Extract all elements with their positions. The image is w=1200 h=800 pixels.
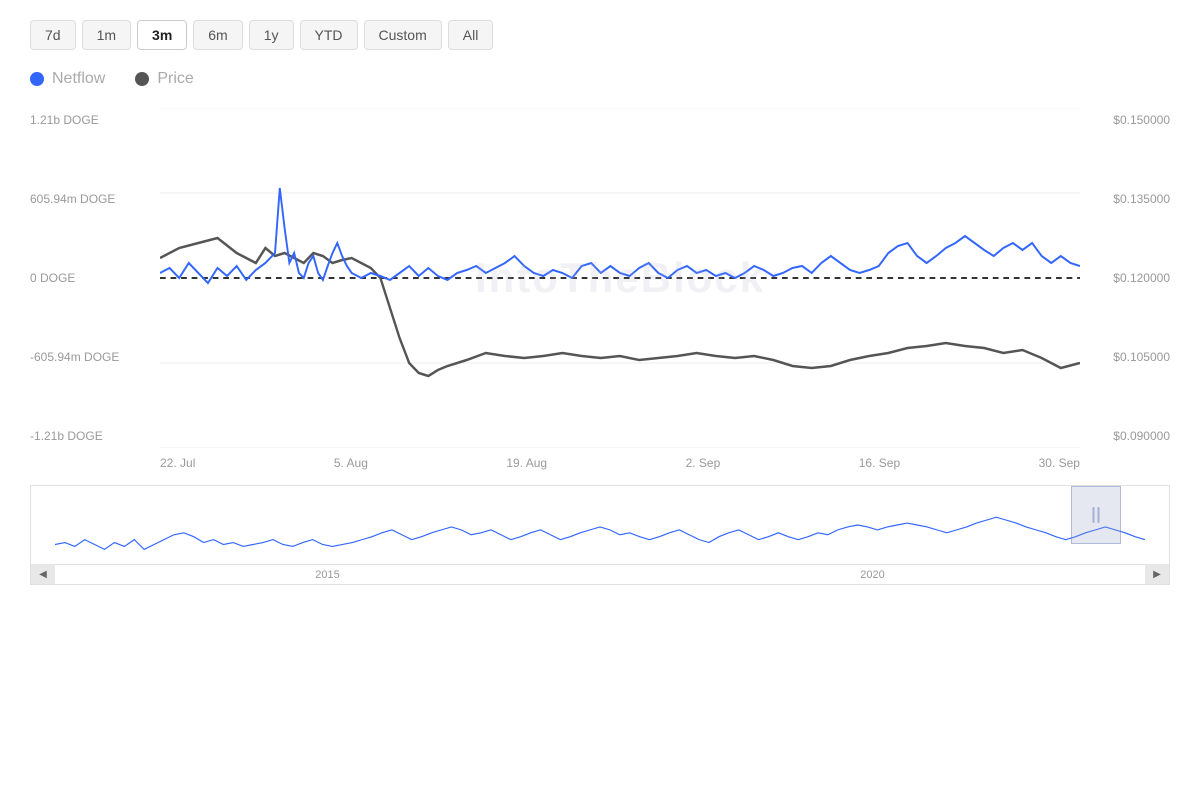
price-dot [135, 72, 149, 86]
x-label-1: 22. Jul [160, 456, 195, 470]
price-line [160, 238, 1080, 376]
x-label-6: 30. Sep [1039, 456, 1080, 470]
x-label-2: 5. Aug [334, 456, 368, 470]
grip-bar-1 [1093, 507, 1095, 523]
netflow-line [160, 188, 1080, 283]
btn-custom[interactable]: Custom [364, 20, 442, 50]
mini-x-axis: 2015 2020 [31, 564, 1169, 584]
price-label: Price [157, 70, 193, 88]
chart-legend: Netflow Price [30, 70, 1170, 88]
y-left-5: -1.21b DOGE [30, 429, 160, 443]
mini-chart-inner [55, 486, 1145, 564]
y-axis-right: $0.150000 $0.135000 $0.120000 $0.105000 … [1080, 108, 1170, 448]
btn-7d[interactable]: 7d [30, 20, 76, 50]
netflow-dot [30, 72, 44, 86]
legend-price: Price [135, 70, 193, 88]
btn-ytd[interactable]: YTD [300, 20, 358, 50]
nav-left-btn[interactable]: ◀ [31, 564, 55, 584]
y-left-4: -605.94m DOGE [30, 350, 160, 364]
y-left-2: 605.94m DOGE [30, 192, 160, 206]
y-right-4: $0.105000 [1113, 350, 1170, 364]
mini-x-label-2020: 2020 [860, 569, 884, 581]
y-right-1: $0.150000 [1113, 113, 1170, 127]
y-axis-left: 1.21b DOGE 605.94m DOGE 0 DOGE -605.94m … [30, 108, 160, 448]
grip-bar-2 [1098, 507, 1100, 523]
btn-all[interactable]: All [448, 20, 494, 50]
chart-svg-container: IntoTheBlock [160, 108, 1080, 448]
y-left-1: 1.21b DOGE [30, 113, 160, 127]
y-right-2: $0.135000 [1113, 192, 1170, 206]
x-axis: 22. Jul 5. Aug 19. Aug 2. Sep 16. Sep 30… [160, 448, 1080, 470]
mini-x-label-2015: 2015 [315, 569, 339, 581]
btn-1m[interactable]: 1m [82, 20, 131, 50]
netflow-label: Netflow [52, 70, 105, 88]
main-chart-svg [160, 108, 1080, 448]
y-right-5: $0.090000 [1113, 429, 1170, 443]
nav-right-btn[interactable]: ▶ [1145, 564, 1169, 584]
legend-netflow: Netflow [30, 70, 105, 88]
mini-chart: ◀ ▶ 2015 2020 [30, 485, 1170, 585]
scroll-handle[interactable] [1071, 486, 1121, 544]
time-range-selector: 7d 1m 3m 6m 1y YTD Custom All [30, 20, 1170, 50]
y-right-3: $0.120000 [1113, 271, 1170, 285]
mini-chart-svg [55, 486, 1145, 564]
main-container: 7d 1m 3m 6m 1y YTD Custom All Netflow Pr… [0, 0, 1200, 800]
main-chart: 1.21b DOGE 605.94m DOGE 0 DOGE -605.94m … [30, 108, 1170, 448]
x-label-4: 2. Sep [686, 456, 721, 470]
scroll-grip [1093, 507, 1100, 523]
chart-wrapper: 1.21b DOGE 605.94m DOGE 0 DOGE -605.94m … [30, 108, 1170, 585]
x-label-3: 19. Aug [506, 456, 547, 470]
btn-1y[interactable]: 1y [249, 20, 294, 50]
btn-3m[interactable]: 3m [137, 20, 187, 50]
y-left-3: 0 DOGE [30, 271, 160, 285]
btn-6m[interactable]: 6m [193, 20, 242, 50]
x-label-5: 16. Sep [859, 456, 900, 470]
